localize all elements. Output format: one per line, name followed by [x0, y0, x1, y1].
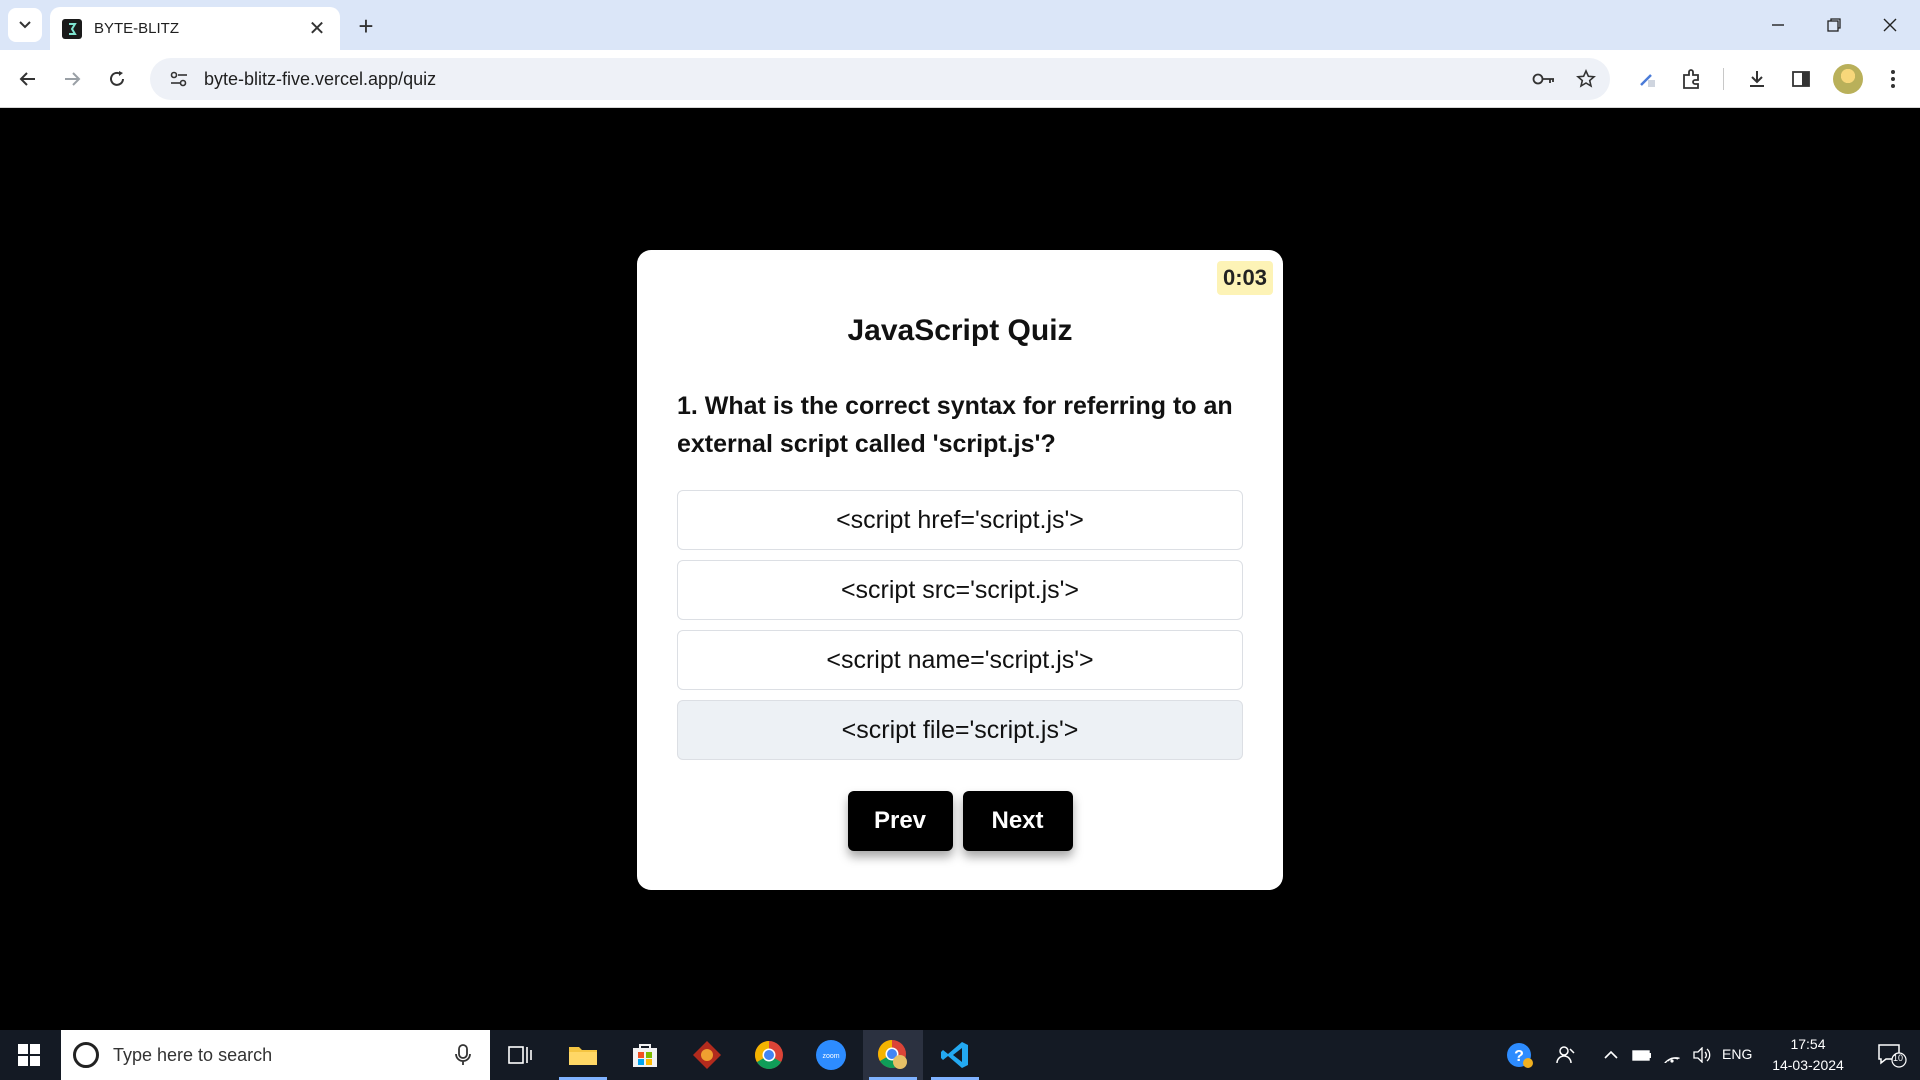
taskbar-file-explorer[interactable] [553, 1030, 613, 1080]
minimize-icon [1772, 24, 1784, 26]
wifi-icon[interactable] [1658, 1030, 1686, 1080]
close-window-button[interactable] [1862, 0, 1918, 50]
chrome-profile-icon [878, 1040, 907, 1069]
taskbar-chrome[interactable] [739, 1030, 799, 1080]
toolbar-separator [1723, 68, 1724, 90]
taskbar-chrome-profile[interactable] [863, 1030, 923, 1080]
page-background: 0:03 JavaScript Quiz 1. What is the corr… [0, 109, 1920, 1029]
bookmark-star-icon[interactable] [1568, 61, 1604, 97]
browser-tab-bar: BYTE-BLITZ ✕ + [0, 0, 1920, 50]
cortana-circle-icon [73, 1042, 99, 1068]
tab-title: BYTE-BLITZ [94, 20, 180, 37]
taskbar-search-box[interactable]: Type here to search [61, 1030, 490, 1080]
answer-options: <script href='script.js'> <script src='s… [677, 490, 1243, 770]
download-icon[interactable] [1739, 61, 1775, 97]
next-button[interactable]: Next [962, 791, 1073, 851]
help-icon[interactable]: ? [1500, 1030, 1540, 1080]
site-favicon-icon [62, 18, 82, 39]
svg-text:zoom: zoom [822, 1053, 839, 1060]
taskbar-zoom[interactable]: zoom [801, 1030, 861, 1080]
windows-taskbar: Type here to search zoom ? ENG 17:54 14-… [0, 1030, 1920, 1080]
battery-icon[interactable] [1628, 1030, 1656, 1080]
input-language[interactable]: ENG [1722, 1046, 1752, 1062]
minimize-button[interactable] [1750, 0, 1806, 50]
volume-icon[interactable] [1688, 1030, 1716, 1080]
side-panel-icon[interactable] [1783, 61, 1819, 97]
chevron-down-icon [19, 21, 31, 29]
back-button[interactable] [10, 61, 46, 97]
password-key-icon[interactable] [1526, 61, 1562, 97]
quiz-navigation: Prev Next [637, 791, 1283, 851]
reload-button[interactable] [99, 61, 135, 97]
notification-count: 10 [1893, 1053, 1904, 1063]
notification-center-button[interactable]: 10 [1864, 1030, 1920, 1080]
profile-avatar[interactable] [1833, 64, 1863, 94]
microphone-icon[interactable] [446, 1038, 480, 1072]
tab-close-icon[interactable]: ✕ [306, 18, 328, 40]
restore-button[interactable] [1806, 0, 1862, 50]
answer-option[interactable]: <script file='script.js'> [677, 700, 1243, 760]
clock-date: 14-03-2024 [1772, 1057, 1844, 1073]
restore-icon [1827, 18, 1841, 32]
zoom-icon: zoom [816, 1040, 846, 1070]
edit-pen-icon[interactable] [1629, 61, 1665, 97]
chrome-icon [755, 1041, 783, 1069]
browser-toolbar: byte-blitz-five.vercel.app/quiz [0, 50, 1920, 108]
taskbar-game-app[interactable] [677, 1030, 737, 1080]
red-emblem-icon [693, 1041, 721, 1069]
start-button[interactable] [0, 1030, 58, 1080]
search-placeholder: Type here to search [113, 1044, 273, 1065]
extensions-puzzle-icon[interactable] [1674, 61, 1710, 97]
quiz-question: 1. What is the correct syntax for referr… [677, 392, 1233, 458]
address-bar[interactable]: byte-blitz-five.vercel.app/quiz [150, 58, 1610, 100]
arrow-left-icon [19, 72, 35, 86]
tab-search-button[interactable] [8, 8, 42, 42]
answer-option[interactable]: <script src='script.js'> [677, 560, 1243, 620]
answer-option[interactable]: <script href='script.js'> [677, 490, 1243, 550]
answer-option[interactable]: <script name='script.js'> [677, 630, 1243, 690]
taskbar-vscode[interactable] [925, 1030, 985, 1080]
windows-logo-icon [18, 1044, 40, 1066]
browser-tab[interactable]: BYTE-BLITZ ✕ [50, 7, 340, 50]
prev-button[interactable]: Prev [847, 791, 953, 851]
svg-text:?: ? [1514, 1048, 1524, 1065]
quiz-title: JavaScript Quiz [847, 314, 1073, 347]
reload-icon [110, 71, 124, 86]
task-view-icon [508, 1046, 532, 1064]
arrow-right-icon [65, 72, 81, 86]
store-bag-icon [633, 1044, 657, 1067]
new-tab-button[interactable]: + [350, 10, 382, 42]
folder-icon [569, 1047, 597, 1065]
task-view-button[interactable] [490, 1030, 550, 1080]
system-clock[interactable]: 17:54 14-03-2024 [1758, 1034, 1858, 1076]
taskbar-microsoft-store[interactable] [615, 1030, 675, 1080]
quiz-card: 0:03 JavaScript Quiz 1. What is the corr… [637, 250, 1283, 890]
url-text[interactable]: byte-blitz-five.vercel.app/quiz [204, 69, 1526, 90]
site-info-icon[interactable] [158, 58, 200, 100]
close-icon [1883, 18, 1897, 32]
browser-menu-icon[interactable] [1875, 61, 1911, 97]
people-icon[interactable] [1548, 1030, 1584, 1080]
quiz-timer: 0:03 [1216, 261, 1273, 295]
clock-time: 17:54 [1790, 1036, 1826, 1052]
forward-button[interactable] [54, 61, 90, 97]
vscode-icon [941, 1042, 968, 1068]
show-hidden-icons-chevron-icon[interactable] [1596, 1030, 1626, 1080]
